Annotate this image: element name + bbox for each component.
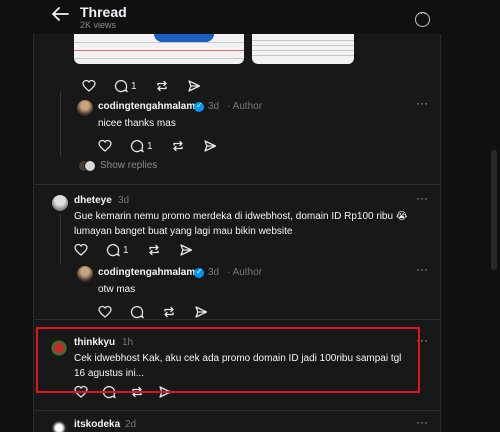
like-button[interactable]: [82, 79, 96, 93]
show-replies-link[interactable]: Show replies: [100, 160, 157, 171]
share-icon: [203, 140, 216, 152]
like-button[interactable]: [98, 305, 112, 319]
heart-icon: [98, 305, 112, 318]
view-count: 2K views: [80, 20, 117, 30]
reply-actions: 1: [98, 138, 217, 154]
heart-icon: [82, 79, 96, 92]
reply-text: otw mas: [98, 284, 136, 295]
author-name[interactable]: codingtengahmalam: [98, 101, 195, 112]
post-time: 3d: [208, 101, 220, 112]
divider: [34, 319, 440, 320]
repost-button[interactable]: [147, 243, 161, 257]
comment-icon: [114, 79, 128, 93]
author-name[interactable]: dheteye: [74, 195, 112, 206]
post-menu-icon[interactable]: ···: [416, 191, 428, 205]
comment-button[interactable]: 1: [106, 243, 129, 257]
post-actions: 1: [82, 78, 201, 94]
comment-button[interactable]: 1: [114, 79, 137, 93]
back-arrow-icon[interactable]: [51, 6, 69, 22]
reply-actions: [98, 304, 208, 320]
share-icon: [195, 306, 208, 318]
divider: [34, 410, 440, 411]
comment-count: 1: [123, 244, 129, 256]
comment-text: Gue kemarin nemu promo merdeka di idwebh…: [74, 211, 408, 237]
reply-text: nicee thanks mas: [98, 118, 176, 129]
post-menu-icon[interactable]: ···: [416, 96, 428, 110]
post-time: 3d: [208, 267, 220, 278]
scrollbar-thumb[interactable]: [491, 150, 497, 270]
share-button[interactable]: [203, 139, 217, 153]
share-button[interactable]: [194, 305, 208, 319]
share-button[interactable]: [187, 79, 201, 93]
post-menu-icon[interactable]: ···: [416, 262, 428, 276]
author-name[interactable]: itskodeka: [74, 419, 120, 430]
comment-count: 1: [131, 80, 137, 92]
repost-button[interactable]: [162, 305, 176, 319]
divider: [34, 184, 440, 185]
comment-icon: [106, 243, 120, 257]
avatar[interactable]: [51, 420, 67, 432]
author-tag: · Author: [227, 101, 263, 112]
thread-connector: [60, 92, 61, 156]
author-name[interactable]: codingtengahmalam: [98, 267, 195, 278]
heart-icon: [98, 139, 112, 152]
comment-button[interactable]: [130, 305, 144, 319]
share-icon: [179, 244, 192, 256]
like-button[interactable]: [74, 243, 88, 257]
reply-avatars: [78, 160, 96, 172]
post-image-1[interactable]: [74, 34, 244, 64]
repost-icon: [164, 306, 174, 318]
comment-count: 1: [147, 140, 153, 152]
share-button[interactable]: [179, 243, 193, 257]
post-image-2[interactable]: [252, 34, 354, 64]
avatar[interactable]: [77, 100, 93, 116]
post-time: 3d: [118, 195, 130, 206]
repost-icon: [156, 80, 167, 92]
highlight-box: [36, 327, 420, 393]
like-button[interactable]: [98, 139, 112, 153]
comment-icon: [130, 305, 144, 319]
thread-connector: [60, 214, 61, 264]
post-menu-icon[interactable]: ···: [416, 415, 428, 429]
comment-actions: 1: [74, 242, 193, 258]
thread-header: Thread 2K views: [0, 0, 500, 34]
verified-badge-icon: [194, 101, 204, 112]
share-icon: [187, 80, 200, 92]
page-title: Thread: [80, 4, 127, 20]
avatar[interactable]: [52, 195, 68, 211]
repost-icon: [172, 140, 183, 152]
author-tag: · Author: [227, 267, 263, 278]
heart-icon: [74, 243, 88, 256]
more-options-icon[interactable]: [415, 8, 430, 27]
repost-button[interactable]: [155, 79, 169, 93]
avatar[interactable]: [77, 266, 93, 282]
comment-icon: [130, 139, 144, 153]
repost-icon: [148, 244, 159, 256]
verified-badge-icon: [194, 267, 204, 278]
repost-button[interactable]: [171, 139, 185, 153]
comment-button[interactable]: 1: [130, 139, 153, 153]
post-time: 2d: [125, 419, 137, 430]
